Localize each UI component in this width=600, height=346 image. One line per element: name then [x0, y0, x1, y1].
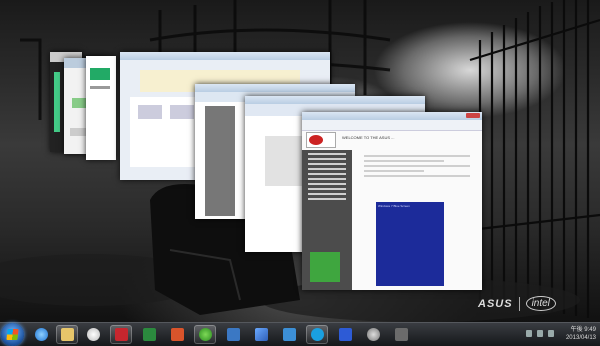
- window-switcher-icon: [254, 328, 268, 341]
- android-image: [310, 252, 340, 282]
- volume-icon[interactable]: [548, 330, 554, 337]
- taskbar-store-button[interactable]: [278, 325, 300, 344]
- window-web-browser-front[interactable]: WELCOME TO THE ASUS ... Windows 7 Blue S…: [302, 112, 482, 290]
- red-app-icon: [114, 328, 128, 341]
- clock-date: 2013/04/13: [565, 335, 596, 341]
- window-titlebar[interactable]: [120, 52, 330, 60]
- skype-icon: [310, 328, 324, 341]
- taskbar-taskmgr-button[interactable]: [222, 325, 244, 344]
- itunes-icon: [86, 328, 100, 341]
- oem-logos: ASUS intel: [478, 296, 556, 311]
- internet-explorer-icon: [34, 328, 48, 341]
- windows-flag-icon: [6, 329, 19, 340]
- window-titlebar[interactable]: [302, 112, 482, 120]
- taskbar-extra-button[interactable]: [390, 325, 412, 344]
- app-icon: [394, 328, 408, 341]
- close-icon[interactable]: [466, 113, 480, 118]
- taskbar-misc-app-button[interactable]: [362, 325, 384, 344]
- network-icon[interactable]: [537, 330, 543, 337]
- taskbar-skype-button[interactable]: [306, 325, 328, 344]
- blue-screen-image: Windows 7 Blue Screen: [376, 202, 444, 286]
- logo-divider: [518, 296, 520, 311]
- tray-up-arrow-icon[interactable]: [526, 330, 532, 337]
- blue-screen-caption: Windows 7 Blue Screen: [378, 204, 410, 208]
- file-explorer-icon: [60, 328, 74, 341]
- start-orb-icon[interactable]: [1, 323, 24, 346]
- system-tray: [526, 330, 554, 337]
- taskbar-powerpoint-button[interactable]: [166, 325, 188, 344]
- page-sidebar: [302, 150, 352, 290]
- asus-logo: ASUS: [478, 297, 513, 310]
- system-clock[interactable]: 午後 9:49 2013/04/13: [566, 326, 596, 342]
- taskbar: 午後 9:49 2013/04/13: [0, 322, 600, 346]
- misc-app-icon: [366, 328, 380, 341]
- window-titlebar[interactable]: [245, 96, 425, 104]
- powerpoint-icon: [170, 328, 184, 341]
- page-header-text: WELCOME TO THE ASUS ...: [342, 136, 395, 140]
- windows-store-icon: [282, 328, 296, 341]
- clock-time: 午後 9:49: [570, 327, 596, 333]
- taskbar-switcher-button[interactable]: [250, 325, 272, 344]
- intel-logo: intel: [525, 296, 556, 311]
- taskbar-explorer-button[interactable]: [56, 325, 78, 344]
- window-back-3[interactable]: [86, 56, 116, 160]
- window-titlebar[interactable]: [195, 84, 355, 92]
- taskbar-red-app-button[interactable]: [110, 325, 132, 344]
- excel-icon: [142, 328, 156, 341]
- taskbar-excel-button[interactable]: [138, 325, 160, 344]
- article-text: [358, 152, 476, 192]
- desktop-background: WELCOME TO THE ASUS ... Windows 7 Blue S…: [0, 0, 600, 322]
- utorrent-icon: [198, 328, 212, 341]
- taskbar-d-app-button[interactable]: [334, 325, 356, 344]
- taskbar-itunes-button[interactable]: [82, 325, 104, 344]
- taskbar-ie-button[interactable]: [30, 325, 52, 344]
- task-manager-icon: [226, 328, 240, 341]
- taskbar-utorrent-button[interactable]: [194, 325, 216, 344]
- d-app-icon: [338, 328, 352, 341]
